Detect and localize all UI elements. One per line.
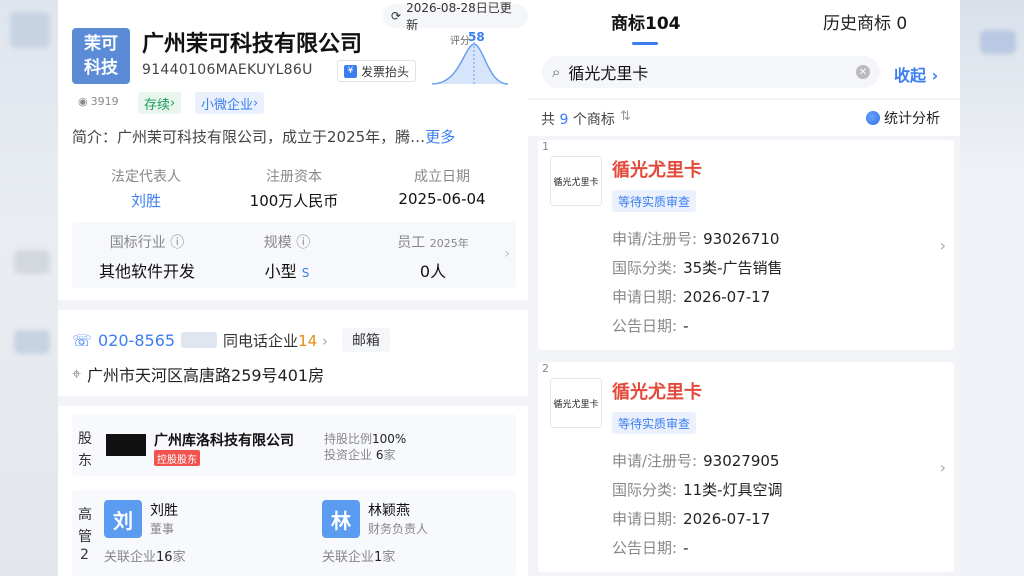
size-badge[interactable]: 小微企业 › xyxy=(195,92,265,114)
email-button[interactable]: 邮箱 xyxy=(341,328,390,352)
chevron-right-icon: › xyxy=(504,246,510,262)
card-index: 2 xyxy=(542,362,549,375)
shareholder-name[interactable]: 广州库洛科技有限公司 xyxy=(154,430,294,450)
card-index: 1 xyxy=(542,140,549,153)
tab-bar: 商标104 历史商标 0 xyxy=(528,0,960,46)
avatar[interactable]: 刘 xyxy=(104,500,142,538)
result-count: 共 9 个商标 xyxy=(541,112,615,128)
chevron-right-icon: › xyxy=(939,458,946,477)
tab-history-trademarks[interactable]: 历史商标 0 xyxy=(823,9,907,34)
background-left xyxy=(0,0,58,576)
fact-scale: 规模 ⓘ 小型 S xyxy=(263,235,311,281)
class-row: 国际分类: 35类-广告销售 xyxy=(612,259,783,277)
credit-code: 91440106MAEKUYL86U xyxy=(142,62,313,78)
view-count: ◉ 3919 xyxy=(78,95,119,108)
stats-button[interactable]: 统计分析 xyxy=(866,108,940,128)
exec-name[interactable]: 林颖燕 xyxy=(368,500,410,520)
fact-industry: 国标行业 ⓘ 其他软件开发 xyxy=(98,235,195,281)
status-badge[interactable]: 存续 › xyxy=(138,92,182,114)
exec-related[interactable]: 关联企业1家 xyxy=(322,546,395,565)
controlling-badge: 控股股东 xyxy=(154,450,200,466)
update-chip[interactable]: ⟳ 2026-08-28日已更新 xyxy=(383,1,528,32)
exec-name[interactable]: 刘胜 xyxy=(150,500,178,520)
reg-number-row: 申请/注册号: 93026710 xyxy=(612,230,780,248)
phone-number[interactable]: 020-8565 xyxy=(98,331,175,350)
background-right xyxy=(960,0,1024,576)
refresh-icon: ⟳ xyxy=(391,9,402,23)
phone-mask xyxy=(181,332,218,348)
shareholder-logo xyxy=(106,434,146,456)
exec-role: 董事 xyxy=(150,522,175,536)
score-value: 58 xyxy=(468,30,485,44)
search-icon: ⌕ xyxy=(552,63,561,81)
tab-underline xyxy=(632,42,658,45)
pub-date-row: 公告日期: - xyxy=(612,317,689,335)
address-row[interactable]: ⌖ 广州市天河区高唐路259号401房 xyxy=(72,362,324,386)
phone-row: ☏ 020-8565 同电话企业14 › 邮箱 xyxy=(72,328,390,352)
status-badge: 等待实质审查 xyxy=(612,190,697,212)
location-icon: ⌖ xyxy=(72,364,82,383)
class-row: 国际分类: 11类-灯具空调 xyxy=(612,481,783,499)
invoice-button[interactable]: ¥ 发票抬头 xyxy=(337,60,417,82)
share-ratio: 持股比例100% xyxy=(324,432,407,446)
invest-count: 投资企业 6家 xyxy=(324,448,396,462)
company-panel: ⟳ 2026-08-28日已更新 茉可 科技 广州茉可科技有限公司 914401… xyxy=(58,0,528,576)
tab-trademarks[interactable]: 商标104 xyxy=(611,9,681,34)
section-divider xyxy=(58,300,528,310)
trademark-thumbnail: 循光尤里卡 xyxy=(550,378,602,428)
apply-date-row: 申请日期: 2026-07-17 xyxy=(612,510,771,528)
collapse-button[interactable]: 收起 › xyxy=(894,62,938,86)
shareholder-card[interactable]: 股东 广州库洛科技有限公司 控股股东 持股比例100% 投资企业 6家 xyxy=(72,414,516,476)
trademark-thumbnail: 循光尤里卡 xyxy=(550,156,602,206)
eye-icon: ◉ xyxy=(78,95,88,108)
exec-role: 财务负责人 xyxy=(368,522,429,536)
shareholder-label: 股东 xyxy=(78,431,92,469)
fact-legal-rep[interactable]: 法定代表人 刘胜 xyxy=(72,166,220,211)
same-phone-link[interactable]: 同电话企业14 › xyxy=(223,330,328,351)
company-logo: 茉可 科技 xyxy=(72,28,130,84)
search-input[interactable]: ⌕ 循光尤里卡 ✕ xyxy=(542,56,880,88)
clear-icon[interactable]: ✕ xyxy=(856,65,870,79)
trademark-name: 循光尤里卡 xyxy=(612,382,702,403)
exec-related[interactable]: 关联企业16家 xyxy=(104,546,186,565)
yen-icon: ¥ xyxy=(344,64,357,78)
fact-reg-capital: 注册资本 100万人民币 xyxy=(249,169,339,210)
executives-count: 2 xyxy=(80,547,89,563)
intro-more-link[interactable]: 更多 xyxy=(425,128,455,146)
score-label: 评分 xyxy=(450,36,470,47)
trademark-card[interactable]: 1 循光尤里卡 循光尤里卡 等待实质审查 申请/注册号: 93026710 国际分… xyxy=(538,140,954,350)
section-divider xyxy=(58,396,528,406)
status-badge: 等待实质审查 xyxy=(612,412,697,434)
info-icon: ⓘ xyxy=(296,235,311,251)
industry-facts[interactable]: 国标行业 ⓘ 其他软件开发 规模 ⓘ 小型 S 员工 2025年 0人 › xyxy=(72,222,516,288)
company-intro: 简介：广州茉可科技有限公司，成立于2025年，腾…更多 xyxy=(72,128,456,146)
phone-icon: ☏ xyxy=(72,330,93,350)
fact-founded-date: 成立日期 2025-06-04 xyxy=(398,169,486,208)
sort-icon[interactable]: ⇅ xyxy=(620,109,631,124)
fact-employees: 员工 2025年 0人 xyxy=(397,235,469,281)
trademark-name: 循光尤里卡 xyxy=(612,160,702,181)
executives-label: 高管 xyxy=(78,507,92,545)
pub-date-row: 公告日期: - xyxy=(612,539,689,557)
reg-number-row: 申请/注册号: 93027905 xyxy=(612,452,780,470)
stats-icon xyxy=(866,111,880,125)
avatar[interactable]: 林 xyxy=(322,500,360,538)
info-icon: ⓘ xyxy=(170,235,185,251)
apply-date-row: 申请日期: 2026-07-17 xyxy=(612,288,771,306)
result-summary: 共 9 个商标 ⇅ 统计分析 xyxy=(528,100,960,136)
trademark-panel: 商标104 历史商标 0 ⌕ 循光尤里卡 ✕ 收起 › 共 9 个商标 ⇅ 统计… xyxy=(528,0,960,576)
executives-card: 高管 2 刘 刘胜 董事 关联企业16家 林 林颖燕 财务负责人 关联企业1家 xyxy=(72,490,516,576)
company-name: 广州茉可科技有限公司 xyxy=(142,32,363,57)
basic-facts: 法定代表人 刘胜 注册资本 100万人民币 成立日期 2025-06-04 xyxy=(72,160,516,216)
chevron-right-icon: › xyxy=(939,236,946,255)
search-row: ⌕ 循光尤里卡 ✕ 收起 › xyxy=(528,46,960,98)
trademark-card[interactable]: 2 循光尤里卡 循光尤里卡 等待实质审查 申请/注册号: 93027905 国际分… xyxy=(538,362,954,572)
